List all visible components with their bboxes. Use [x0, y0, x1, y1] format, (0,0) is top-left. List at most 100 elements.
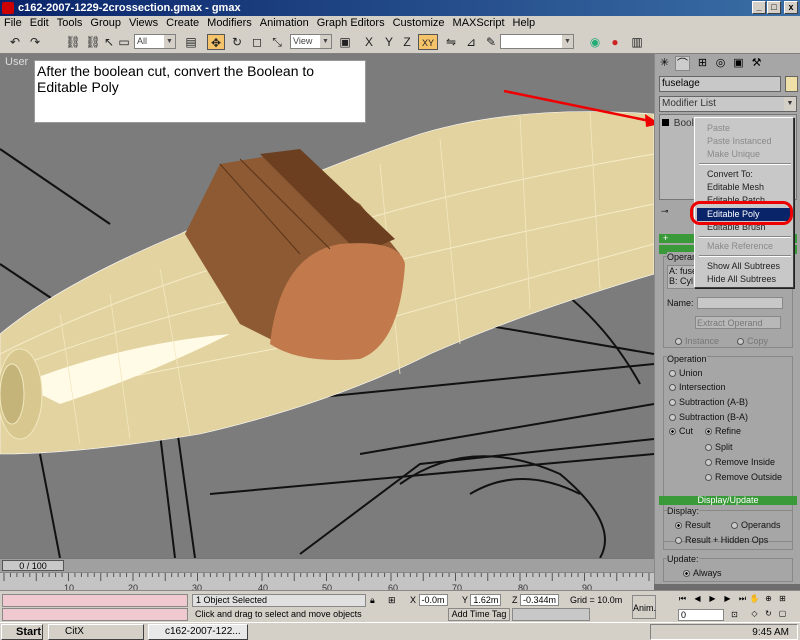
arc-rotate-icon[interactable]: ↻ — [762, 608, 775, 620]
x-value[interactable]: -0.0m — [418, 594, 448, 606]
object-name-field[interactable]: fuselage — [659, 76, 781, 92]
time-config-icon[interactable]: ⊡ — [728, 609, 741, 621]
menu-customize[interactable]: Customize — [389, 17, 449, 29]
maximize-button[interactable]: □ — [767, 1, 781, 14]
zoom-icon[interactable]: ⊕ — [762, 593, 775, 605]
split-radio[interactable]: Split — [705, 442, 733, 452]
move-icon[interactable]: ✥ — [207, 34, 225, 50]
redo-icon[interactable]: ↷ — [26, 34, 44, 50]
menu-animation[interactable]: Animation — [256, 17, 313, 29]
instance-radio[interactable]: Instance — [675, 336, 719, 346]
modifier-list-dropdown[interactable]: Modifier List ▼ — [659, 96, 797, 112]
time-slider-thumb[interactable]: 0 / 100 — [2, 560, 64, 571]
mirror-icon[interactable]: ⇋ — [442, 34, 460, 50]
result-radio[interactable]: Result — [675, 520, 711, 530]
menu-modifiers[interactable]: Modifiers — [203, 17, 256, 29]
add-time-tag-button[interactable]: Add Time Tag — [448, 608, 510, 621]
taskbar-item-citx[interactable]: CitX — [48, 624, 144, 640]
object-color-swatch[interactable] — [785, 76, 798, 92]
key-mode-dropdown[interactable] — [512, 608, 590, 621]
refine-radio[interactable]: Refine — [705, 426, 741, 436]
select-by-name-icon[interactable]: ▤ — [182, 34, 200, 50]
menu-graph-editors[interactable]: Graph Editors — [313, 17, 389, 29]
axis-y-icon[interactable]: Y — [380, 34, 398, 50]
menu-item-hide-all-subtrees[interactable]: Hide All Subtrees — [707, 274, 776, 284]
subtraction-ab-radio[interactable]: Subtraction (A-B) — [669, 397, 748, 407]
menu-create[interactable]: Create — [162, 17, 203, 29]
lock-selection-icon[interactable]: 🔒︎ — [370, 594, 375, 607]
render-settings-icon[interactable]: ▥ — [628, 34, 646, 50]
scale-icon[interactable]: ◻ — [248, 34, 266, 50]
viewport-label[interactable]: User — [5, 56, 28, 68]
motion-tab-icon[interactable]: ◎ — [713, 56, 728, 71]
subtraction-ba-radio[interactable]: Subtraction (B-A) — [669, 412, 748, 422]
undo-icon[interactable]: ↶ — [6, 34, 24, 50]
close-button[interactable]: x — [784, 1, 798, 14]
named-selection-dropdown[interactable]: ▼ — [500, 34, 574, 49]
align-icon[interactable]: ⊿ — [462, 34, 480, 50]
operands-radio[interactable]: Operands — [731, 520, 781, 530]
scale-uniform-icon[interactable]: ⤡ — [268, 34, 286, 50]
pivot-icon[interactable]: ▣ — [336, 34, 354, 50]
menu-help[interactable]: Help — [509, 17, 540, 29]
render-icon[interactable]: ● — [606, 34, 624, 50]
menu-item-paste[interactable]: Paste — [707, 123, 730, 133]
menu-item-show-all-subtrees[interactable]: Show All Subtrees — [707, 261, 780, 271]
z-value[interactable]: -0.344m — [520, 594, 560, 606]
menu-item-editable-mesh[interactable]: Editable Mesh — [707, 182, 764, 192]
intersection-radio[interactable]: Intersection — [669, 382, 726, 392]
cut-radio[interactable]: Cut — [669, 426, 693, 436]
utilities-tab-icon[interactable]: ⚒ — [749, 56, 764, 71]
always-radio[interactable]: Always — [683, 568, 722, 578]
absolute-mode-icon[interactable]: ⊞ — [388, 594, 396, 607]
axis-x-icon[interactable]: X — [360, 34, 378, 50]
gmax-app-icon[interactable] — [2, 2, 14, 14]
minimize-button[interactable]: _ — [752, 1, 766, 14]
menu-group[interactable]: Group — [86, 17, 125, 29]
rotate-icon[interactable]: ↻ — [228, 34, 246, 50]
remove-outside-radio[interactable]: Remove Outside — [705, 472, 782, 482]
menu-edit[interactable]: Edit — [26, 17, 53, 29]
menu-tools[interactable]: Tools — [53, 17, 87, 29]
prev-frame-icon[interactable]: ◀ — [691, 593, 704, 605]
menu-maxscript[interactable]: MAXScript — [449, 17, 509, 29]
current-frame-field[interactable]: 0 — [678, 609, 724, 621]
animate-button[interactable]: Anim. — [632, 595, 656, 619]
time-slider[interactable]: 0 / 100 — [0, 558, 654, 572]
next-frame-icon[interactable]: ▶ — [721, 593, 734, 605]
track-bar[interactable]: 10 20 30 40 50 60 70 80 90 — [0, 572, 654, 593]
menu-item-make-unique[interactable]: Make Unique — [707, 149, 760, 159]
menu-file[interactable]: File — [0, 17, 26, 29]
remove-inside-radio[interactable]: Remove Inside — [705, 457, 775, 467]
axis-xy-icon[interactable]: XY — [418, 34, 438, 50]
display-update-rollout[interactable]: Display/Update — [659, 496, 797, 505]
menu-item-paste-instanced[interactable]: Paste Instanced — [707, 136, 772, 146]
hierarchy-tab-icon[interactable]: ⊞ — [695, 56, 710, 71]
operand-b[interactable]: B: Cyl — [669, 276, 693, 286]
copy-radio[interactable]: Copy — [737, 336, 768, 346]
expand-icon[interactable] — [662, 119, 669, 126]
eyedropper-icon[interactable]: ✎ — [482, 34, 500, 50]
maximize-viewport-icon[interactable]: ▢ — [776, 608, 789, 620]
menu-item-make-reference[interactable]: Make Reference — [707, 241, 773, 251]
reference-coord-dropdown[interactable]: View ▼ — [290, 34, 332, 49]
operand-name-field[interactable] — [697, 297, 783, 309]
y-coord[interactable]: Y 1.62m — [462, 594, 502, 607]
link-icon[interactable]: ⛓ — [64, 34, 82, 50]
field-of-view-icon[interactable]: ◇ — [748, 608, 761, 620]
zoom-all-icon[interactable]: ⊞ — [776, 593, 789, 605]
start-button[interactable]: Start — [1, 624, 43, 640]
material-editor-icon[interactable]: ◉ — [586, 34, 604, 50]
display-tab-icon[interactable]: ▣ — [731, 56, 746, 71]
menu-views[interactable]: Views — [125, 17, 162, 29]
union-radio[interactable]: Union — [669, 368, 703, 378]
goto-start-icon[interactable]: ⏮ — [676, 593, 689, 605]
pan-icon[interactable]: ✋ — [748, 593, 761, 605]
selection-filter-dropdown[interactable]: All ▼ — [134, 34, 176, 49]
pin-stack-icon[interactable]: ⊸ — [661, 206, 669, 217]
select-region-icon[interactable]: ▭ — [115, 34, 133, 50]
x-coord[interactable]: X -0.0m — [410, 594, 448, 607]
axis-z-icon[interactable]: Z — [398, 34, 416, 50]
taskbar-item-gmax[interactable]: c162-2007-122... — [148, 624, 248, 640]
y-value[interactable]: 1.62m — [470, 594, 502, 606]
